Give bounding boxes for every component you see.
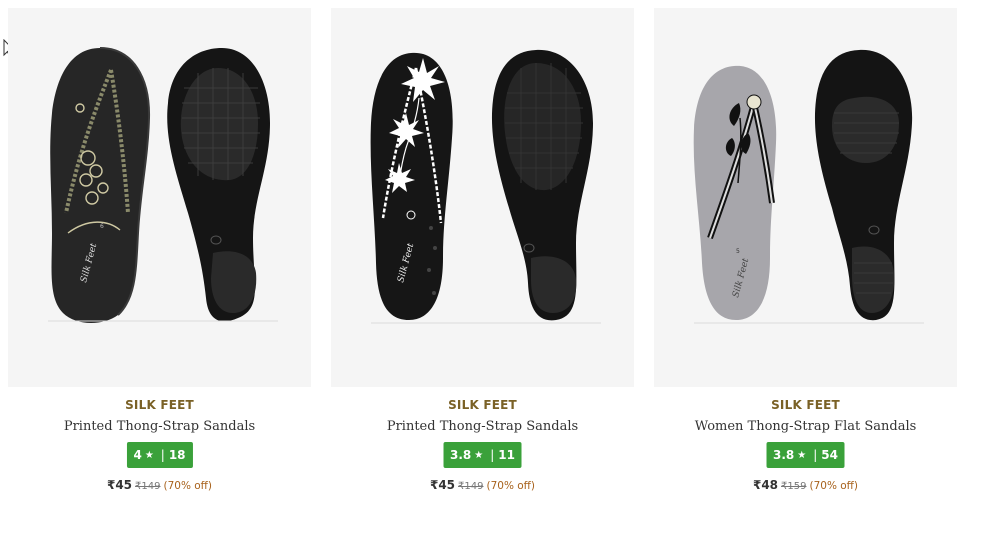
star-icon: ★ <box>144 449 154 461</box>
rating-separator: | <box>160 448 165 462</box>
svg-text:5: 5 <box>736 248 740 255</box>
rating-badge: 3.8 ★ | 11 <box>443 442 522 468</box>
price-row: ₹48 ₹159 (70% off) <box>654 478 957 492</box>
product-image[interactable]: 5 Silk Feet <box>654 8 957 387</box>
product-brand: SILK FEET <box>771 398 840 412</box>
rating-value: 4 <box>133 448 142 462</box>
product-brand: SILK FEET <box>448 398 517 412</box>
review-count: 54 <box>821 448 838 462</box>
rating-badge: 3.8 ★ | 54 <box>766 442 845 468</box>
svg-text:6: 6 <box>100 223 104 230</box>
rating-badge: 4 ★ | 18 <box>126 442 193 468</box>
black-floral-flip-flop-image: Silk Feet <box>331 8 634 387</box>
review-count: 18 <box>168 448 186 462</box>
discount-label: (70% off) <box>163 480 213 492</box>
rating-value: 3.8 <box>773 448 795 462</box>
selling-price: ₹48 <box>752 478 779 492</box>
rating-separator: | <box>490 448 495 462</box>
selling-price: ₹45 <box>429 478 456 492</box>
black-printed-flip-flop-image: 6 Silk Feet <box>8 8 311 387</box>
original-price: ₹149 <box>135 481 161 492</box>
product-card[interactable]: Silk Feet SILK FEET Printed Thong-Strap … <box>331 8 634 508</box>
selling-price: ₹45 <box>106 478 133 492</box>
product-name[interactable]: Printed Thong-Strap Sandals <box>8 419 311 434</box>
product-image[interactable]: Silk Feet <box>331 8 634 387</box>
product-card[interactable]: 6 Silk Feet SILK FEET Printed Thong-Stra… <box>8 8 311 508</box>
discount-label: (70% off) <box>809 480 859 492</box>
price-row: ₹45 ₹149 (70% off) <box>8 478 311 492</box>
product-brand: SILK FEET <box>125 398 194 412</box>
price-row: ₹45 ₹149 (70% off) <box>331 478 634 492</box>
original-price: ₹149 <box>458 481 484 492</box>
product-card[interactable]: 5 Silk Feet SILK FEET Women Thong-Strap … <box>654 8 957 508</box>
star-icon: ★ <box>474 449 484 461</box>
product-name[interactable]: Women Thong-Strap Flat Sandals <box>654 419 957 434</box>
product-name[interactable]: Printed Thong-Strap Sandals <box>331 419 634 434</box>
discount-label: (70% off) <box>486 480 536 492</box>
original-price: ₹159 <box>781 481 807 492</box>
product-image[interactable]: 6 Silk Feet <box>8 8 311 387</box>
star-icon: ★ <box>797 449 807 461</box>
grey-flip-flop-image: 5 Silk Feet <box>654 8 957 387</box>
rating-value: 3.8 <box>450 448 472 462</box>
rating-separator: | <box>813 448 818 462</box>
review-count: 11 <box>498 448 515 462</box>
